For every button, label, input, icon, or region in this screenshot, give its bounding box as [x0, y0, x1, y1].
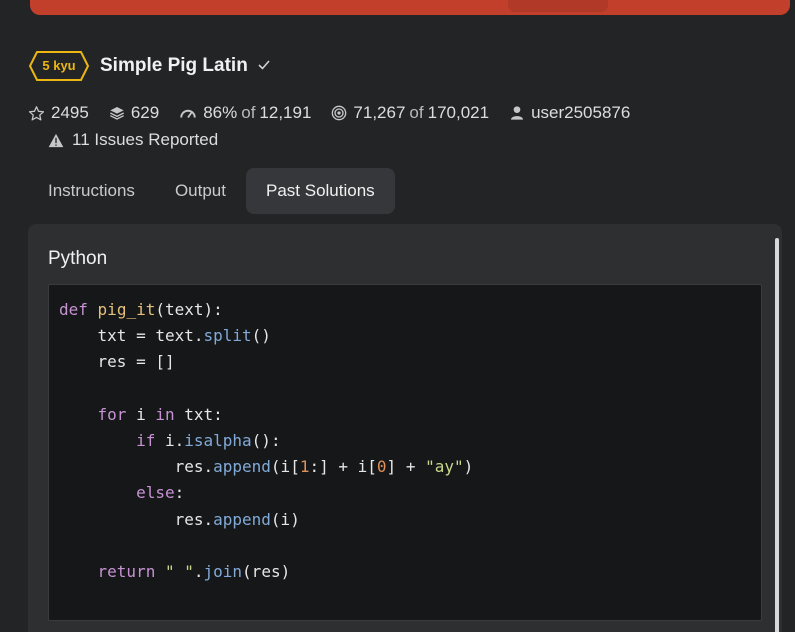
rank-label: 5 kyu — [42, 58, 76, 73]
layers-icon — [109, 107, 124, 120]
code-line-8: else: — [136, 483, 185, 503]
attempted-count: 170,021 — [427, 103, 490, 122]
tab-instructions[interactable]: Instructions — [28, 168, 155, 214]
satisfaction-of-label: of — [241, 103, 256, 122]
warning-icon — [48, 133, 64, 147]
page: 5 kyu Simple Pig Latin 2495 629 86% of 1… — [0, 0, 795, 632]
code-line-2: txt = text.split() — [59, 326, 271, 346]
issues-label: 11 Issues Reported — [72, 130, 219, 149]
satisfaction-rating: 86% — [203, 103, 238, 122]
star-icon — [28, 105, 45, 121]
author-stat[interactable]: user2505876 — [509, 103, 630, 123]
scrollbar[interactable] — [775, 238, 779, 632]
code-line-9: res.append(i) — [59, 509, 300, 529]
completed-count: 71,267 — [353, 103, 406, 122]
kata-header: 5 kyu Simple Pig Latin — [28, 50, 271, 82]
satisfaction-stat[interactable]: 86% of 12,191 — [179, 103, 311, 123]
gauge-icon — [180, 109, 196, 119]
completed-of-label: of — [409, 103, 424, 122]
collections-stat[interactable]: 629 — [109, 103, 159, 123]
tab-past-solutions[interactable]: Past Solutions — [245, 168, 395, 214]
code-line-11: return " ".join(res) — [97, 562, 291, 582]
issues-row[interactable]: 11 Issues Reported — [48, 129, 218, 151]
code-line-6: if i.isalpha(): — [136, 431, 281, 451]
tab-bar: Instructions Output Past Solutions — [28, 168, 395, 214]
stars-count: 2495 — [51, 103, 89, 122]
code-line-5: for i in txt: — [97, 404, 223, 424]
banner-button[interactable] — [508, 0, 608, 12]
rank-badge: 5 kyu — [28, 50, 90, 82]
target-icon — [332, 105, 347, 121]
satisfaction-votes: 12,191 — [259, 103, 312, 122]
collections-count: 629 — [130, 103, 160, 122]
top-banner — [30, 0, 790, 15]
solution-panel: Python def pig_it(text): txt = text.spli… — [28, 224, 782, 632]
code-text: def pig_it(text): txt = text.split() res… — [59, 297, 473, 585]
kata-stats: 2495 629 86% of 12,191 71,267 of 170,021… — [28, 102, 650, 124]
tab-output[interactable]: Output — [155, 168, 246, 214]
code-line-1: def pig_it(text): — [59, 300, 223, 319]
code-block[interactable]: def pig_it(text): txt = text.split() res… — [48, 284, 762, 621]
code-line-7: res.append(i[1:] + i[0] + "ay") — [59, 457, 474, 477]
language-title: Python — [48, 248, 108, 269]
check-icon — [258, 60, 270, 70]
author-name[interactable]: user2505876 — [531, 103, 630, 123]
kata-title[interactable]: Simple Pig Latin — [100, 55, 248, 77]
stars-stat[interactable]: 2495 — [28, 103, 89, 123]
user-icon — [511, 106, 524, 120]
code-line-3: res = [] — [59, 352, 175, 372]
completions-stat[interactable]: 71,267 of 170,021 — [331, 103, 489, 123]
